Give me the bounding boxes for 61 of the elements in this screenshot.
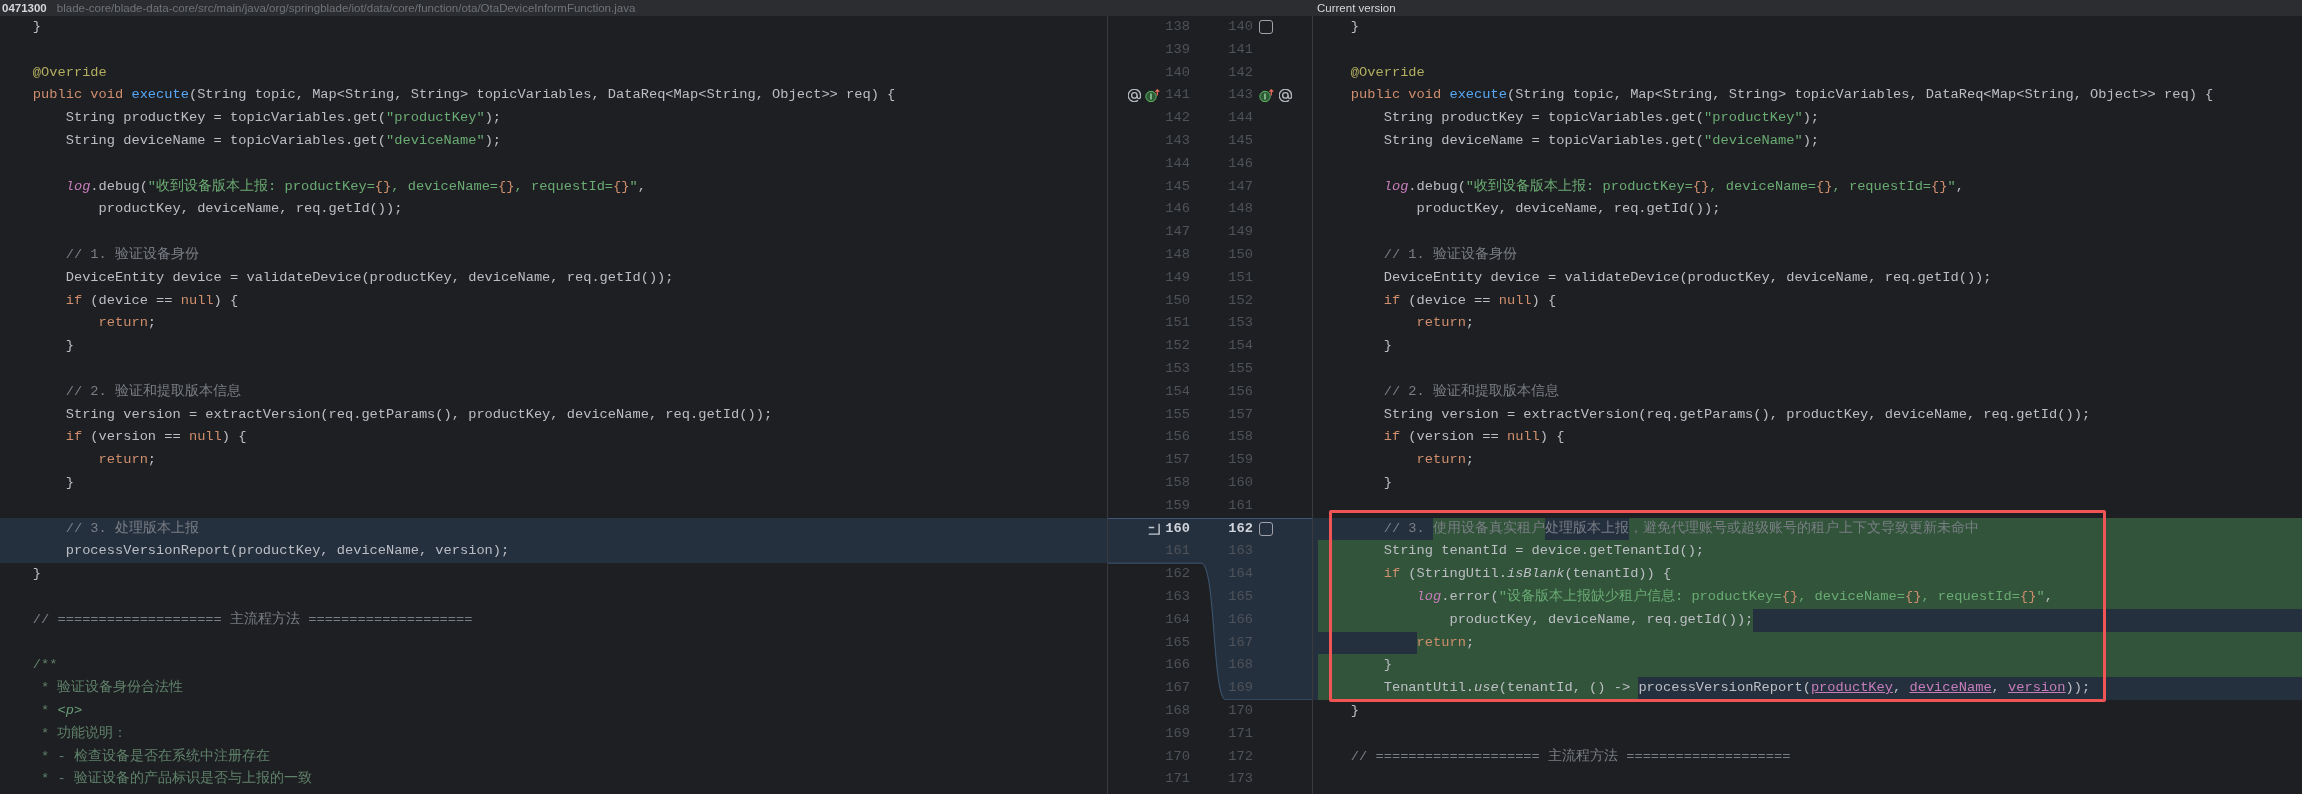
code-line: } (64, 337, 74, 356)
code-line: * 功能说明： (40, 724, 128, 743)
code-line: return; (1415, 451, 1475, 470)
code-line: // 1. 验证设备身份 (1382, 245, 1517, 264)
code-line: DeviceEntity device = validateDevice(productKey, deviceName, req.getId()); (64, 268, 674, 287)
code-line: } (31, 565, 42, 584)
line-number: 160 (1164, 519, 1190, 538)
code-line: String version = extractVersion(req.getParams(), productKey, deviceName, req.getId()); (1382, 405, 2091, 424)
code-line: if (device == null) { (1382, 291, 1557, 310)
code-line: } (64, 473, 74, 492)
code-line: public void execute(String topic, Map<String, String> topicVariables, DataReq<Map<String, Object>> req) { (31, 86, 896, 105)
code-line: String productKey = topicVariables.get("productKey"); (64, 109, 502, 128)
code-line: } (1349, 701, 1360, 720)
code-line: productKey, deviceName, req.getId()); (97, 200, 403, 219)
code-line: // ==================== 主流程方法 ==================== (1349, 747, 1791, 766)
code-line: if (device == null) { (64, 291, 239, 310)
code-line: log.error("设备版本上报缺少租户信息: productKey={}, deviceName={}, requestId={}", (1313, 585, 2053, 609)
code-line: if (StringUtil.isBlank(tenantId)) { (1313, 563, 1672, 586)
code-line: public void execute(String topic, Map<String, String> topicVariables, DataReq<Map<String, Object>> req) { (1349, 86, 2214, 105)
at-sign-icon[interactable] (1128, 89, 1141, 103)
code-line: * - 验证设备的产品标识是否与上报的一致 (40, 769, 312, 789)
code-line: if (version == null) { (1382, 428, 1565, 447)
code-line: String deviceName = topicVariables.get("deviceName"); (1382, 132, 1820, 150)
line-number: 162 (1227, 519, 1253, 538)
code-line: * <p> (40, 701, 83, 720)
code-line: return; (97, 451, 157, 470)
code-line: TenantUtil.use(tenantId, () -> processVersionReport(productKey, deviceName, version)); (1313, 677, 2091, 700)
code-line: // ==================== 主流程方法 ==================== (31, 610, 473, 629)
code-line: String version = extractVersion(req.getParams(), productKey, deviceName, req.getId()); (64, 405, 773, 424)
circled-letter-arrow-icon[interactable] (1145, 89, 1160, 103)
code-line: } (1382, 473, 1392, 492)
code-line: // 2. 验证和提取版本信息 (64, 382, 241, 401)
code-line: return; (1415, 314, 1475, 333)
code-line: if (version == null) { (64, 428, 247, 447)
code-line: processVersionReport(productKey, deviceName, version); (64, 542, 510, 561)
code-line: String productKey = topicVariables.get("productKey"); (1382, 109, 1820, 128)
code-line: // 3. 处理版本上报 (64, 519, 199, 538)
code-line: } (1349, 18, 1360, 36)
file-path: blade-core/blade-data-core/src/main/java/org/springblade/iot/data/core/function/ota/OtaDeviceInformFunction.java (56, 1, 636, 16)
code-line: productKey, deviceName, req.getId()); (1415, 200, 1721, 219)
checkbox[interactable] (1259, 521, 1273, 536)
code-line: } (1382, 337, 1392, 356)
code-line: * 验证设备身份合法性 (40, 678, 184, 698)
corner-icon[interactable] (1148, 522, 1160, 535)
code-line: // 1. 验证设备身份 (64, 245, 199, 264)
code-line: DeviceEntity device = validateDevice(productKey, deviceName, req.getId()); (1382, 268, 1992, 287)
checkbox[interactable] (1259, 20, 1273, 35)
code-line: log.debug("收到设备版本上报: productKey={}, deviceName={}, requestId={}", (1382, 177, 1964, 196)
code-line: @Override (31, 63, 107, 82)
code-line: } (31, 18, 42, 36)
pane-title: Current version (1316, 1, 1396, 16)
code-line: * - 检查设备是否在系统中注册存在 (40, 747, 270, 766)
circled-letter-arrow-icon[interactable] (1259, 89, 1274, 103)
at-sign-icon[interactable] (1279, 89, 1292, 103)
code-line: /** (31, 656, 58, 675)
code-line: return; (97, 314, 157, 333)
code-line: // 2. 验证和提取版本信息 (1382, 382, 1559, 401)
code-line: log.debug("收到设备版本上报: productKey={}, deviceName={}, requestId={}", (64, 177, 646, 196)
code-line: @Override (1349, 63, 1425, 82)
code-line: String deviceName = topicVariables.get("deviceName"); (64, 132, 502, 150)
revision-id: 0471300 (2, 1, 47, 16)
